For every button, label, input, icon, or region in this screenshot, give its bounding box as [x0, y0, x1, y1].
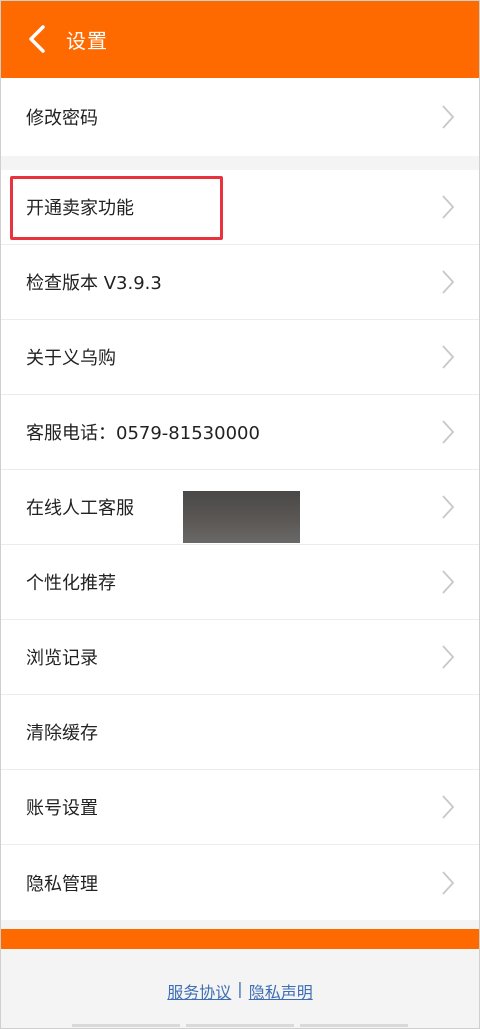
settings-item-check-version[interactable]: 检查版本 V3.9.3 — [0, 245, 480, 320]
nav-indicator-bar — [72, 1024, 180, 1027]
page-title: 设置 — [66, 28, 108, 53]
chevron-right-icon — [442, 420, 455, 444]
settings-item-personalized-recommend[interactable]: 个性化推荐 — [0, 545, 480, 620]
chevron-right-icon — [442, 570, 455, 594]
service-agreement-link[interactable]: 服务协议 — [167, 979, 231, 1003]
settings-item-label: 浏览记录 — [26, 648, 98, 669]
settings-item-label: 隐私管理 — [26, 873, 98, 895]
settings-item-change-password[interactable]: 修改密码 — [0, 78, 480, 156]
footer-separator: | — [237, 979, 243, 998]
chevron-right-icon — [442, 870, 455, 895]
settings-item-label: 客服电话：0579-81530000 — [26, 423, 260, 444]
redacted-area — [183, 491, 300, 543]
bottom-accent-bar — [0, 929, 480, 949]
settings-group-main: 开通卖家功能 检查版本 V3.9.3 关于义乌购 客服电话：0579-81530… — [0, 170, 480, 920]
settings-item-label: 检查版本 V3.9.3 — [26, 273, 162, 294]
settings-item-label: 关于义乌购 — [26, 348, 116, 369]
nav-indicator-bar — [300, 1024, 408, 1027]
chevron-right-icon — [442, 345, 455, 369]
chevron-right-icon — [442, 105, 455, 129]
footer: 服务协议 | 隐私声明 — [0, 949, 480, 1029]
settings-item-open-seller[interactable]: 开通卖家功能 — [0, 170, 480, 245]
settings-item-privacy-management[interactable]: 隐私管理 — [0, 845, 480, 920]
settings-item-browse-history[interactable]: 浏览记录 — [0, 620, 480, 695]
settings-group-account: 修改密码 — [0, 78, 480, 156]
chevron-right-icon — [442, 645, 455, 669]
chevron-right-icon — [442, 195, 455, 219]
chevron-right-icon — [442, 795, 455, 819]
nav-indicator — [0, 1024, 480, 1029]
app-header: 设置 — [0, 0, 480, 78]
back-button[interactable] — [12, 0, 62, 78]
nav-indicator-bar — [186, 1024, 294, 1027]
settings-item-service-phone[interactable]: 客服电话：0579-81530000 — [0, 395, 480, 470]
settings-item-label: 在线人工客服 — [26, 498, 134, 519]
settings-item-label: 修改密码 — [26, 108, 98, 129]
settings-item-label: 开通卖家功能 — [26, 198, 134, 219]
settings-item-label: 清除缓存 — [26, 723, 98, 744]
chevron-right-icon — [442, 270, 455, 294]
settings-item-label: 个性化推荐 — [26, 573, 116, 594]
settings-item-about[interactable]: 关于义乌购 — [0, 320, 480, 395]
chevron-left-icon — [29, 25, 45, 53]
settings-item-clear-cache[interactable]: 清除缓存 — [0, 695, 480, 770]
privacy-statement-link[interactable]: 隐私声明 — [249, 979, 313, 1003]
chevron-right-icon — [442, 495, 455, 519]
settings-item-account-settings[interactable]: 账号设置 — [0, 770, 480, 845]
settings-item-label: 账号设置 — [26, 798, 98, 819]
section-divider — [0, 156, 480, 170]
